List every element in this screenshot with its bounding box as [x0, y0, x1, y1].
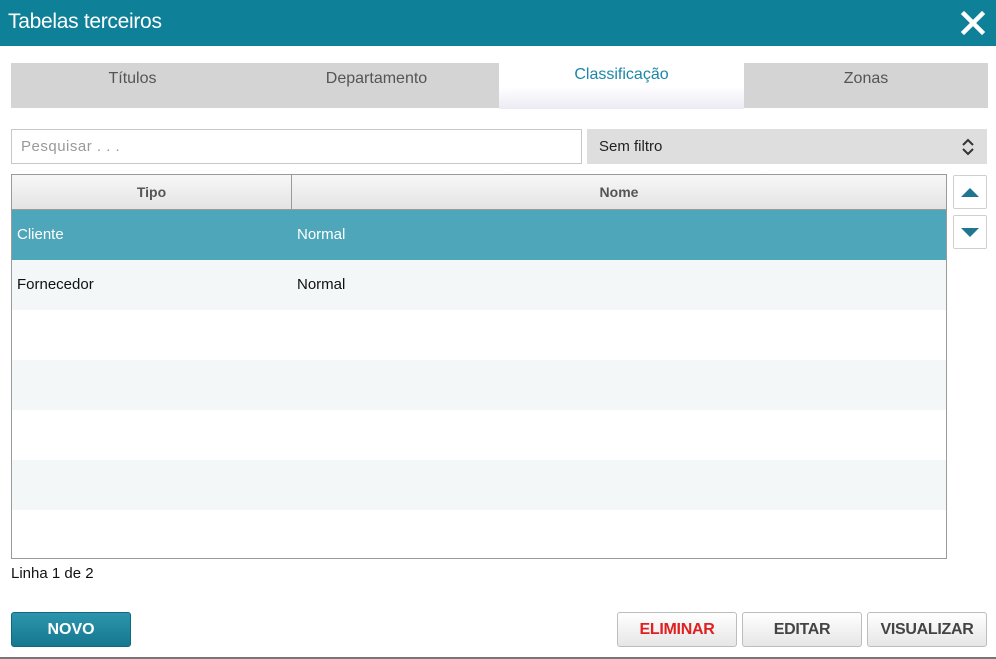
empty-row	[12, 410, 946, 460]
table-row[interactable]: Cliente Normal	[12, 210, 946, 260]
table-row[interactable]: Fornecedor Normal	[12, 260, 946, 310]
search-input[interactable]	[11, 129, 582, 164]
filter-select[interactable]: Sem filtro	[587, 129, 987, 164]
tab-titulos[interactable]: Títulos	[11, 63, 254, 108]
empty-row	[12, 360, 946, 410]
cell-nome: Normal	[297, 276, 346, 293]
tab-zonas[interactable]: Zonas	[744, 63, 988, 108]
cell-tipo: Cliente	[17, 226, 64, 243]
tab-classificacao[interactable]: Classificação	[499, 59, 744, 109]
tab-bar: Títulos Departamento Classificação Zonas	[11, 59, 988, 109]
edit-button[interactable]: EDITAR	[742, 612, 862, 647]
row-status: Linha 1 de 2	[11, 565, 94, 582]
window-titlebar: Tabelas terceiros	[0, 0, 996, 46]
column-header-tipo[interactable]: Tipo	[12, 175, 292, 210]
new-button[interactable]: NOVO	[11, 612, 131, 647]
updown-chevron-icon	[962, 138, 974, 156]
tab-departamento[interactable]: Departamento	[254, 63, 499, 108]
empty-row	[12, 310, 946, 360]
cell-nome: Normal	[297, 226, 346, 243]
triangle-down-icon	[961, 228, 979, 237]
view-button[interactable]: VISUALIZAR	[867, 612, 987, 647]
delete-button[interactable]: ELIMINAR	[617, 612, 737, 647]
close-icon[interactable]	[958, 8, 988, 38]
filter-value: Sem filtro	[599, 138, 663, 155]
window-title: Tabelas terceiros	[8, 10, 162, 33]
table-header: Tipo Nome	[12, 175, 946, 210]
triangle-up-icon	[961, 188, 979, 197]
cell-tipo: Fornecedor	[17, 276, 94, 293]
scroll-down-button[interactable]	[953, 215, 987, 249]
data-table: Tipo Nome Cliente Normal Fornecedor Norm…	[11, 174, 947, 559]
empty-row	[12, 510, 946, 558]
scroll-up-button[interactable]	[953, 175, 987, 209]
empty-row	[12, 460, 946, 510]
column-header-nome[interactable]: Nome	[292, 175, 946, 210]
